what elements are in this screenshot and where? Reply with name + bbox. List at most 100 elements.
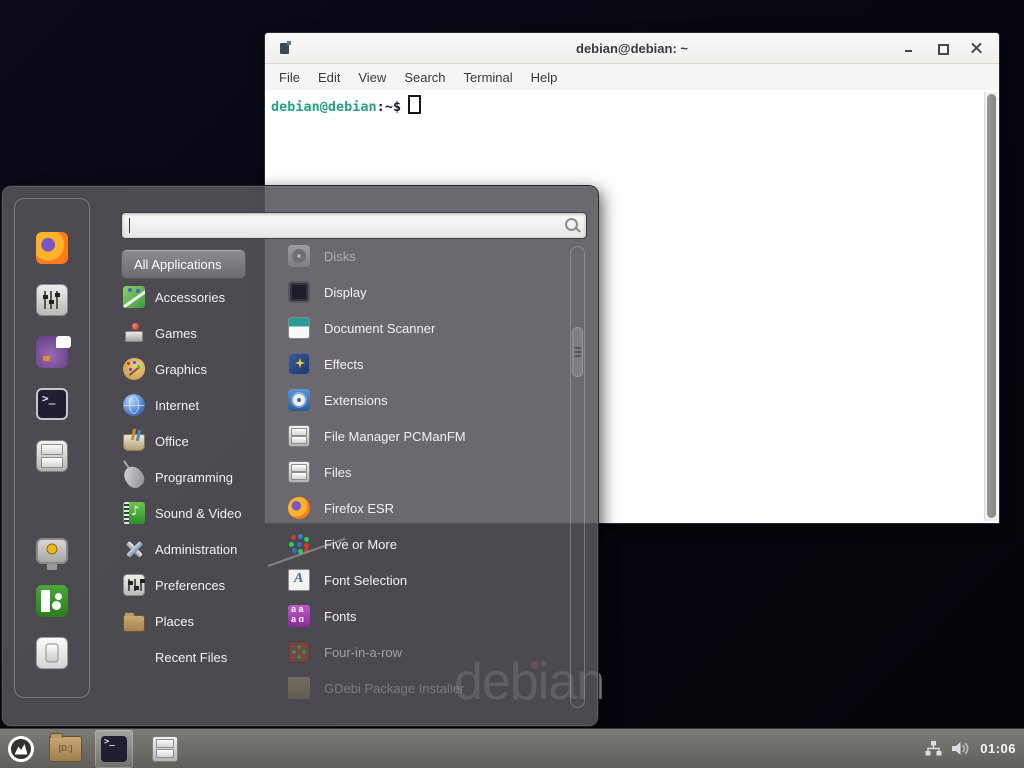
app-label: Display <box>324 285 367 300</box>
favorite-item[interactable] <box>15 274 89 326</box>
category-label: Preferences <box>155 578 225 593</box>
app-icon <box>288 677 310 699</box>
category-preferences[interactable]: Preferences <box>123 567 293 603</box>
category-icon <box>123 322 145 344</box>
minimize-icon[interactable] <box>903 43 914 54</box>
terminal-cursor <box>408 95 421 114</box>
application-list-scrollbar-thumb[interactable] <box>572 327 583 377</box>
category-recent-files[interactable]: Recent Files <box>123 639 293 675</box>
favorite-item[interactable] <box>15 523 89 575</box>
app-item-fonts[interactable]: Fonts <box>288 598 564 634</box>
terminal-titlebar[interactable]: debian@debian: ~ <box>265 33 999 64</box>
search-bar <box>121 212 587 239</box>
category-label: Graphics <box>155 362 207 377</box>
category-label: Internet <box>155 398 199 413</box>
application-list: Disks Display Document Scanner Effects E… <box>288 238 564 706</box>
category-internet[interactable]: Internet <box>123 387 293 423</box>
app-label: GDebi Package Installer <box>324 681 464 696</box>
terminal-menu-item[interactable]: Help <box>522 70 567 85</box>
app-label: Fonts <box>324 609 357 624</box>
system-tray: 01:06 <box>925 741 1024 756</box>
category-office[interactable]: Office <box>123 423 293 459</box>
category-games[interactable]: Games <box>123 315 293 351</box>
application-menu: All Applications Accessories Games Graph… <box>1 185 599 727</box>
app-icon <box>288 605 310 627</box>
category-programming[interactable]: Programming <box>123 459 293 495</box>
category-administration[interactable]: Administration <box>123 531 293 567</box>
folder-marking: [D:] <box>59 744 73 753</box>
category-icon <box>123 538 145 560</box>
menu-button[interactable] <box>7 735 35 763</box>
category-list: Accessories Games Graphics Internet Offi… <box>123 279 293 675</box>
maximize-icon[interactable] <box>937 43 948 54</box>
application-list-scrollbar[interactable] <box>570 246 585 708</box>
terminal-window-button[interactable] <box>95 730 133 768</box>
category-label: Sound & Video <box>155 506 242 521</box>
terminal-menu-item[interactable]: File <box>270 70 309 85</box>
taskbar: [D:] 01:06 <box>0 728 1024 768</box>
category-places[interactable]: Places <box>123 603 293 639</box>
terminal-scrollbar-thumb[interactable] <box>987 94 996 518</box>
app-label: Extensions <box>324 393 388 408</box>
app-item-files[interactable]: Files <box>288 454 564 490</box>
prompt-dollar: $ <box>393 99 401 115</box>
terminal-prompt: debian@debian:~$ <box>265 90 999 115</box>
app-item-document-scanner[interactable]: Document Scanner <box>288 310 564 346</box>
category-icon <box>123 615 145 632</box>
favorite-terminal-icon <box>36 388 68 420</box>
app-item-file-manager-pcmanfm[interactable]: File Manager PCManFM <box>288 418 564 454</box>
category-icon <box>123 502 145 524</box>
app-label: Five or More <box>324 537 397 552</box>
category-label: Programming <box>155 470 233 485</box>
category-label: Office <box>155 434 189 449</box>
app-item-disks[interactable]: Disks <box>288 238 564 274</box>
favorite-pidgin-icon <box>36 336 68 368</box>
favorite-item[interactable] <box>15 575 89 627</box>
favorite-item[interactable] <box>15 378 89 430</box>
category-icon <box>123 574 145 596</box>
volume-icon[interactable] <box>952 741 970 756</box>
app-item-effects[interactable]: Effects <box>288 346 564 382</box>
app-item-extensions[interactable]: Extensions <box>288 382 564 418</box>
category-icon <box>123 434 145 451</box>
app-item-gdebi-package-installer[interactable]: GDebi Package Installer <box>288 670 564 706</box>
favorite-item[interactable] <box>15 326 89 378</box>
app-icon <box>288 461 310 483</box>
favorite-item[interactable] <box>15 430 89 482</box>
terminal-menu-item[interactable]: Terminal <box>455 70 522 85</box>
favorite-item[interactable] <box>15 222 89 274</box>
app-item-font-selection[interactable]: Font Selection <box>288 562 564 598</box>
terminal-menu-item[interactable]: Search <box>395 70 454 85</box>
favorite-item[interactable] <box>15 627 89 679</box>
category-icon <box>123 286 145 308</box>
category-sound-video[interactable]: Sound & Video <box>123 495 293 531</box>
app-item-display[interactable]: Display <box>288 274 564 310</box>
category-all-applications[interactable]: All Applications <box>121 249 246 279</box>
terminal-menu-item[interactable]: Edit <box>309 70 349 85</box>
file-manager-window-button[interactable] <box>146 730 184 768</box>
app-label: Disks <box>324 249 356 264</box>
network-icon[interactable] <box>925 741 942 756</box>
app-icon <box>288 353 310 375</box>
app-icon <box>288 317 310 339</box>
category-icon <box>120 463 147 491</box>
category-accessories[interactable]: Accessories <box>123 279 293 315</box>
clock[interactable]: 01:06 <box>980 741 1016 756</box>
app-item-firefox-esr[interactable]: Firefox ESR <box>288 490 564 526</box>
terminal-scrollbar[interactable] <box>984 92 998 521</box>
category-graphics[interactable]: Graphics <box>123 351 293 387</box>
search-input[interactable] <box>121 212 587 239</box>
folder-launcher[interactable]: [D:] <box>49 736 82 762</box>
category-label: Places <box>155 614 194 629</box>
close-icon[interactable] <box>971 43 982 54</box>
favorite-firefox-icon <box>36 232 68 264</box>
app-icon <box>288 389 310 411</box>
terminal-menu-item[interactable]: View <box>349 70 395 85</box>
app-icon <box>288 425 310 447</box>
prompt-colon: : <box>377 99 385 115</box>
app-icon <box>288 281 310 303</box>
app-item-four-in-a-row[interactable]: Four-in-a-row <box>288 634 564 670</box>
text-caret <box>129 218 130 233</box>
terminal-window-icon <box>280 43 289 54</box>
category-label: Games <box>155 326 197 341</box>
